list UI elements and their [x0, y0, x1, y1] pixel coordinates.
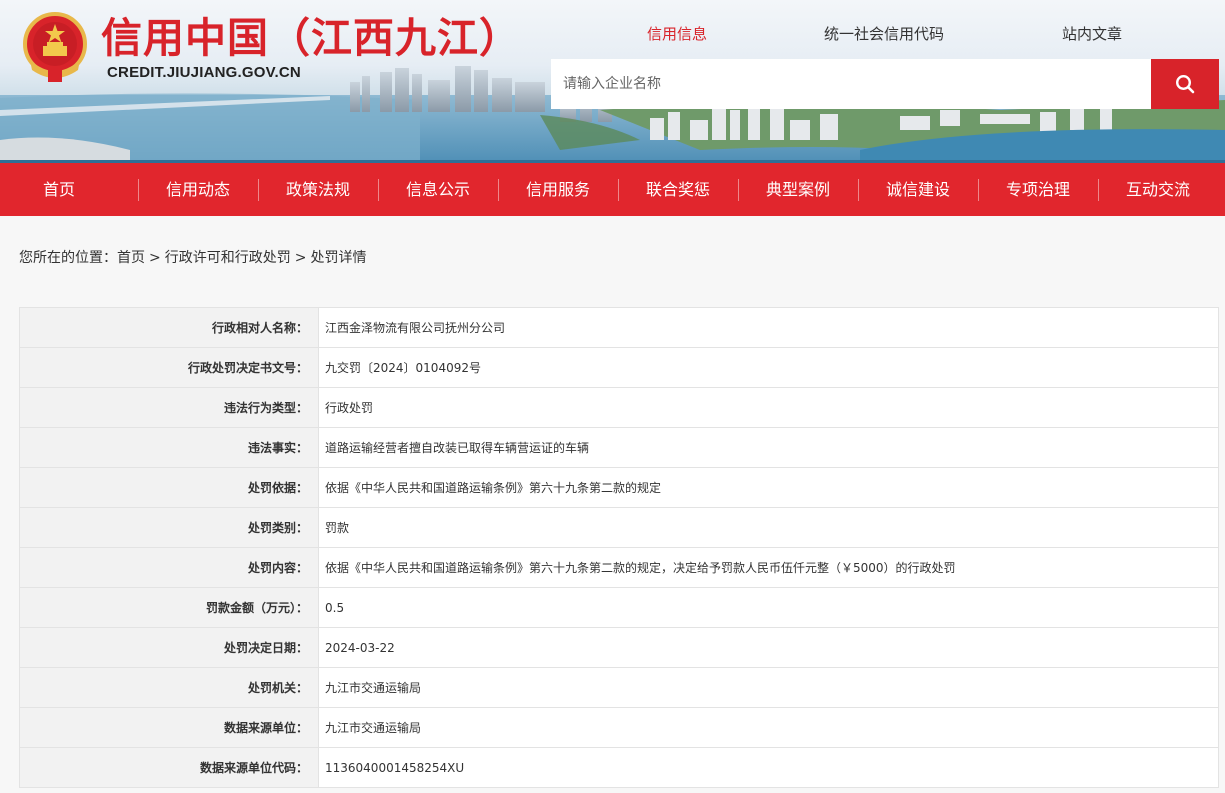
tab-site-articles[interactable]: 站内文章 [1062, 23, 1122, 44]
tab-credit-info[interactable]: 信用信息 [647, 23, 707, 44]
row-value: 行政处罚 [318, 387, 1219, 428]
table-row: 处罚依据： 依据《中华人民共和国道路运输条例》第六十九条第二款的规定 [19, 467, 1219, 508]
row-label: 处罚内容： [19, 547, 319, 588]
table-row: 数据来源单位代码： 11360400014582​54XU [19, 747, 1219, 788]
nav-divider [858, 179, 859, 201]
nav-item-home[interactable]: 首页 [0, 163, 138, 216]
breadcrumb: 您所在的位置：首页 > 行政许可和行政处罚 > 处罚详情 [19, 247, 366, 267]
table-row: 处罚类别： 罚款 [19, 507, 1219, 548]
nav-item-typical-cases[interactable]: 典型案例 [738, 163, 858, 216]
table-row: 行政相对人名称： 江西金泽物流有限公司抚州分公司 [19, 307, 1219, 348]
breadcrumb-prefix: 您所在的位置： [19, 250, 117, 266]
breadcrumb-current: 处罚详情 [310, 250, 367, 266]
penalty-detail-table: 行政相对人名称： 江西金泽物流有限公司抚州分公司 行政处罚决定书文号： 九交罚〔20… [19, 307, 1219, 788]
nav-divider [258, 179, 259, 201]
table-row: 行政处罚决定书文号： 九交罚〔2024〕0104092号 [19, 347, 1219, 388]
row-value: 江西金泽物流有限公司抚州分公司 [318, 307, 1219, 348]
row-value: 九江市交通运输局 [318, 707, 1219, 748]
row-value: 0.5 [318, 587, 1219, 628]
site-url: CREDIT.JIUJIANG.GOV.CN [107, 64, 301, 81]
nav-divider [138, 179, 139, 201]
row-label: 行政处罚决定书文号： [19, 347, 319, 388]
nav-item-credit-services[interactable]: 信用服务 [498, 163, 618, 216]
table-row: 处罚机关： 九江市交通运输局 [19, 667, 1219, 708]
nav-divider [618, 179, 619, 201]
row-label: 违法行为类型： [19, 387, 319, 428]
row-label: 处罚决定日期： [19, 627, 319, 668]
search-tabs: 信用信息 统一社会信用代码 站内文章 [0, 23, 1225, 47]
row-label: 罚款金额（万元）： [19, 587, 319, 628]
breadcrumb-separator: > [294, 250, 307, 266]
row-value: 九交罚〔2024〕0104092号 [318, 347, 1219, 388]
row-label: 违法事实： [19, 427, 319, 468]
table-row: 违法行为类型： 行政处罚 [19, 387, 1219, 428]
table-row: 处罚内容： 依据《中华人民共和国道路运输条例》第六十九条第二款的规定，决定给予罚款… [19, 547, 1219, 588]
nav-item-credit-news[interactable]: 信用动态 [138, 163, 258, 216]
breadcrumb-home[interactable]: 首页 [117, 250, 145, 266]
nav-divider [378, 179, 379, 201]
nav-divider [1098, 179, 1099, 201]
row-value: 罚款 [318, 507, 1219, 548]
nav-divider [738, 179, 739, 201]
row-label: 行政相对人名称： [19, 307, 319, 348]
main-nav: 首页 信用动态 政策法规 信息公示 信用服务 联合奖惩 典型案例 诚信建设 专项… [0, 163, 1225, 216]
row-label: 处罚依据： [19, 467, 319, 508]
row-label: 处罚机关： [19, 667, 319, 708]
nav-item-integrity[interactable]: 诚信建设 [858, 163, 978, 216]
nav-item-rewards-penalties[interactable]: 联合奖惩 [618, 163, 738, 216]
row-label: 数据来源单位： [19, 707, 319, 748]
nav-item-policies[interactable]: 政策法规 [258, 163, 378, 216]
breadcrumb-separator: > [149, 250, 161, 266]
search-input[interactable] [551, 59, 1151, 109]
row-value: 11360400014582​54XU [318, 747, 1219, 788]
table-row: 数据来源单位： 九江市交通运输局 [19, 707, 1219, 748]
table-row: 罚款金额（万元）： 0.5 [19, 587, 1219, 628]
row-value: 依据《中华人民共和国道路运输条例》第六十九条第二款的规定，决定给予罚款人民币伍仟… [318, 547, 1219, 588]
header-banner: 信用中国（江西九江） CREDIT.JIUJIANG.GOV.CN 信用信息 统… [0, 0, 1225, 163]
nav-divider [498, 179, 499, 201]
table-row: 违法事实： 道路运输经营者擅自改装已取得车辆营运证的车辆 [19, 427, 1219, 468]
row-value: 2024-03-22 [318, 627, 1219, 668]
row-value: 道路运输经营者擅自改装已取得车辆营运证的车辆 [318, 427, 1219, 468]
row-label: 处罚类别： [19, 507, 319, 548]
search-button[interactable] [1151, 59, 1219, 109]
nav-item-special-governance[interactable]: 专项治理 [978, 163, 1098, 216]
national-emblem-icon [23, 12, 87, 82]
row-label: 数据来源单位代码： [19, 747, 319, 788]
nav-item-publicity[interactable]: 信息公示 [378, 163, 498, 216]
table-row: 处罚决定日期： 2024-03-22 [19, 627, 1219, 668]
row-value: 依据《中华人民共和国道路运输条例》第六十九条第二款的规定 [318, 467, 1219, 508]
nav-divider [978, 179, 979, 201]
search-icon [1175, 74, 1195, 94]
nav-item-interaction[interactable]: 互动交流 [1098, 163, 1218, 216]
row-value: 九江市交通运输局 [318, 667, 1219, 708]
tab-credit-code[interactable]: 统一社会信用代码 [824, 23, 944, 44]
breadcrumb-licensing-penalty[interactable]: 行政许可和行政处罚 [165, 250, 291, 266]
